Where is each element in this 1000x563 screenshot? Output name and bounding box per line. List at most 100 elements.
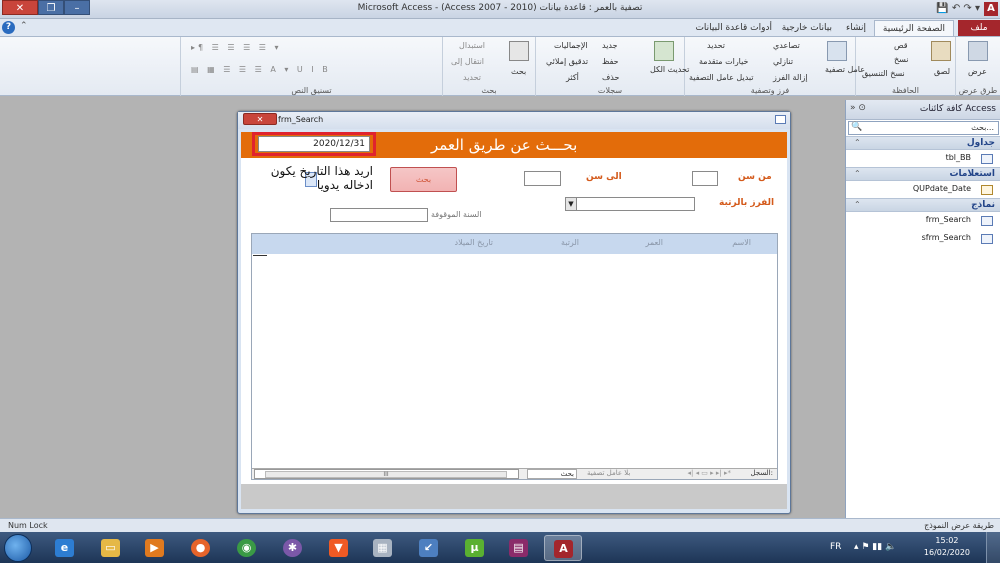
binoculars-icon[interactable] <box>509 41 529 61</box>
more-button[interactable]: أكثر <box>566 73 579 82</box>
refresh-icon[interactable] <box>654 41 674 61</box>
form-close-button[interactable]: ✕ <box>243 113 277 125</box>
form-body: بحـــث عن طريق العمر 2020/12/31 من سن ال… <box>241 132 787 509</box>
scrollbar-thumb[interactable]: III <box>265 471 507 478</box>
tray-icons[interactable]: ▴ ⚑ ▮▮ 🔈 <box>854 542 896 552</box>
help-icon[interactable]: ? <box>2 21 15 34</box>
save-icon[interactable]: 💾 ↶ ↷ ▾ <box>936 3 980 14</box>
find-button[interactable]: بحث <box>511 67 526 76</box>
filter-icon[interactable] <box>827 41 847 61</box>
ascending-button[interactable]: تصاعدي <box>773 41 800 50</box>
ribbon-collapse-icon[interactable]: ⌃ <box>20 21 28 31</box>
cut-button[interactable]: قص <box>894 41 908 50</box>
rank-combo[interactable]: ▼ <box>565 197 695 211</box>
paste-icon[interactable] <box>931 41 951 61</box>
tab-home[interactable]: الصفحة الرئيسية <box>873 20 954 36</box>
nav-title[interactable]: كافة كائنات Access <box>920 104 996 114</box>
results-subform: الاسم العمر الرتبة تاريخ الميلاد III بحث… <box>251 233 778 480</box>
nav-item-frm-search[interactable]: frm_Search <box>846 213 1000 229</box>
record-nav-buttons[interactable]: ◂| ◂ ▭ ▸ ▸| ▸* <box>687 469 731 477</box>
new-record-button[interactable]: جديد <box>602 41 618 50</box>
status-view-mode: طريقة عرض النموذج <box>924 521 994 530</box>
nav-search-input[interactable]: 🔍 بحث... <box>848 121 999 135</box>
taskbar-access[interactable]: A <box>544 535 582 561</box>
nav-collapse-icon[interactable]: » ⊙ <box>850 103 866 113</box>
taskbar-media[interactable]: ▶ <box>136 535 174 561</box>
filter-button[interactable]: عامل تصفية <box>825 65 865 74</box>
nav-group-tables[interactable]: ⌃ جداول <box>846 136 1000 150</box>
taskbar-ie[interactable]: e <box>46 535 84 561</box>
nav-item-qupdate-date[interactable]: QUPdate_Date <box>846 182 1000 198</box>
text-format-row1[interactable]: ▸¶ ☰ ☰ ☰ ☰ ▾ <box>191 43 282 52</box>
selection-button[interactable]: تحديد <box>707 41 725 50</box>
paste-button[interactable]: لصق <box>934 67 950 76</box>
group-clipboard-label: الحافظة <box>892 86 919 95</box>
taskbar-utorrent[interactable]: μ <box>456 535 494 561</box>
nav-item-label: tbl_BB <box>945 153 971 162</box>
copy-button[interactable]: نسخ <box>894 55 909 64</box>
select-button[interactable]: تحديد <box>463 73 481 82</box>
nav-item-sfrm-search[interactable]: sfrm_Search <box>846 231 1000 247</box>
text-format-row2[interactable]: ▤ ▦ ☰ ☰ ☰ A ▾ U I B <box>191 65 331 74</box>
view-button[interactable]: عرض <box>968 67 987 76</box>
goto-button[interactable]: انتقال إلى <box>451 57 484 66</box>
taskbar-app2[interactable]: ↙ <box>410 535 448 561</box>
language-indicator[interactable]: FR <box>830 542 841 552</box>
delete-record-button[interactable]: حذف <box>602 73 619 82</box>
form-titlebar: ✕ frm_Search <box>238 112 790 129</box>
system-tray: FR ▴ ⚑ ▮▮ 🔈 15:02 16/02/2020 <box>830 532 1000 563</box>
spelling-button[interactable]: تدقيق إملائي <box>546 57 588 66</box>
chrome-icon: ◉ <box>237 539 256 557</box>
nav-item-label: sfrm_Search <box>921 233 971 242</box>
app-icon: ✱ <box>283 539 302 557</box>
utorrent-icon: μ <box>465 539 484 557</box>
nav-group-queries[interactable]: ⌃ استعلامات <box>846 167 1000 181</box>
tab-database-tools[interactable]: أدوات قاعدة البيانات <box>687 20 780 36</box>
clock-time: 15:02 <box>935 536 959 545</box>
totals-button[interactable]: الإجماليات <box>554 41 588 50</box>
view-icon[interactable] <box>968 41 988 61</box>
nav-item-tbl-bb[interactable]: tbl_BB <box>846 151 1000 167</box>
taskbar-app[interactable]: ✱ <box>274 535 312 561</box>
form-icon <box>981 234 993 244</box>
advanced-button[interactable]: خيارات متقدمة <box>699 57 748 66</box>
tab-create[interactable]: إنشاء <box>838 20 874 36</box>
record-search-input[interactable]: بحث <box>527 469 577 479</box>
refresh-all-button[interactable]: تحديث الكل <box>650 65 689 74</box>
remove-sort-button[interactable]: إزالة الفرز <box>773 73 808 82</box>
to-age-input[interactable] <box>524 171 561 186</box>
ie-icon: e <box>55 539 74 557</box>
search-icon: 🔍 <box>851 122 863 132</box>
stopped-year-input[interactable] <box>330 208 428 222</box>
save-record-button[interactable]: حفظ <box>602 57 619 66</box>
show-desktop-button[interactable] <box>986 532 1000 563</box>
taskbar-firefox[interactable]: ● <box>182 535 220 561</box>
new-row-marker <box>253 255 267 256</box>
group-records: تحديث الكل جديد حفظ حذف الإجماليات تدقيق… <box>535 37 689 96</box>
from-age-input[interactable] <box>692 171 718 186</box>
no-filter-indicator[interactable]: بلا عامل تصفية <box>587 469 630 477</box>
brave-icon: ▼ <box>329 539 348 557</box>
nav-search-placeholder: بحث... <box>971 123 994 132</box>
horizontal-scrollbar[interactable]: III <box>254 469 519 479</box>
tab-file[interactable]: ملف <box>958 20 1000 36</box>
folder-icon: ▭ <box>101 539 120 557</box>
chevron-down-icon[interactable]: ▼ <box>566 198 577 210</box>
taskbar-chrome[interactable]: ◉ <box>228 535 266 561</box>
column-header-rank: الرتبة <box>560 238 579 247</box>
search-button[interactable]: بحث <box>390 167 457 192</box>
media-player-icon: ▶ <box>145 539 164 557</box>
start-button[interactable] <box>4 534 32 562</box>
taskbar-winrar[interactable]: ▤ <box>500 535 538 561</box>
tab-external-data[interactable]: بيانات خارجية <box>774 20 840 36</box>
clock[interactable]: 15:02 16/02/2020 <box>924 535 970 559</box>
nav-group-forms[interactable]: ⌃ نماذج <box>846 198 1000 212</box>
format-painter-button[interactable]: نسخ التنسيق <box>862 69 905 78</box>
taskbar-explorer[interactable]: ▭ <box>92 535 130 561</box>
descending-button[interactable]: تنازلي <box>773 57 793 66</box>
column-header-birthdate: تاريخ الميلاد <box>454 238 494 247</box>
taskbar-brave[interactable]: ▼ <box>320 535 358 561</box>
toggle-filter-button[interactable]: تبديل عامل التصفية <box>689 73 754 82</box>
taskbar-calculator[interactable]: ▦ <box>364 535 402 561</box>
replace-button[interactable]: استبدال <box>459 41 485 50</box>
